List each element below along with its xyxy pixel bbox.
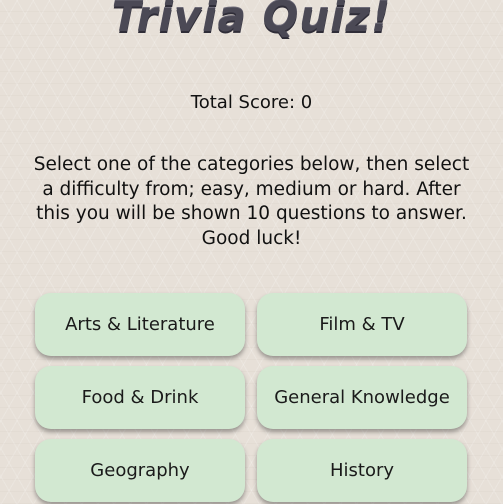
category-history-button[interactable]: History [257,439,467,502]
category-grid: Arts & Literature Film & TV Food & Drink… [35,293,467,502]
page-title: Trivia Quiz! [111,0,392,41]
total-score: Total Score: 0 [190,92,313,113]
category-food-drink-button[interactable]: Food & Drink [35,366,245,429]
category-general-knowledge-button[interactable]: General Knowledge [257,366,467,429]
category-geography-button[interactable]: Geography [35,439,245,502]
category-film-tv-button[interactable]: Film & TV [257,293,467,356]
instructions-text: Select one of the categories below, then… [33,154,470,249]
category-arts-literature-button[interactable]: Arts & Literature [35,293,245,356]
